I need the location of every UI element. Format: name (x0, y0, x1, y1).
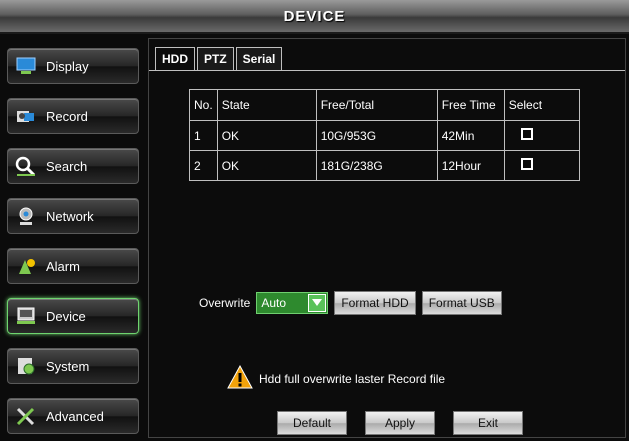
sidebar-item-label: Alarm (46, 258, 80, 274)
sidebar-item-advanced[interactable]: Advanced (7, 398, 139, 434)
select-checkbox[interactable] (520, 158, 533, 170)
table-header-row: No. State Free/Total Free Time Select (189, 89, 580, 121)
chevron-down-icon[interactable] (308, 294, 327, 312)
cell-state: OK (216, 120, 317, 151)
device-panel: HDD PTZ Serial No. State Free/Total Free… (148, 38, 626, 438)
table-row[interactable]: 2 OK 181G/238G 12Hour (189, 150, 580, 181)
sidebar-item-label: Advanced (46, 408, 104, 424)
sidebar-item-alarm[interactable]: Alarm (7, 248, 139, 284)
system-icon (14, 354, 38, 378)
sidebar-item-device[interactable]: Device (7, 298, 139, 334)
tab-bar: HDD PTZ Serial (155, 47, 284, 70)
cell-no: 2 (189, 150, 218, 181)
column-header-state: State (216, 89, 317, 121)
alarm-icon (14, 254, 38, 278)
apply-button[interactable]: Apply (365, 411, 435, 435)
sidebar-item-network[interactable]: Network (7, 198, 139, 234)
column-header-free-time: Free Time (436, 89, 505, 121)
overwrite-select[interactable]: Auto (256, 292, 329, 314)
device-icon (14, 304, 38, 328)
cell-select (503, 120, 580, 151)
cell-select (503, 150, 580, 181)
format-hdd-button[interactable]: Format HDD (334, 291, 416, 315)
sidebar-item-label: System (46, 358, 90, 374)
sidebar-item-record[interactable]: Record (7, 98, 139, 134)
format-usb-button[interactable]: Format USB (421, 291, 502, 315)
bottom-button-bar: Default Apply Exit (277, 411, 541, 435)
cell-no: 1 (189, 120, 218, 151)
warning-icon (227, 364, 253, 392)
cell-free-time: 42Min (436, 120, 505, 151)
cell-state: OK (216, 150, 317, 181)
sidebar-item-label: Network (46, 208, 94, 224)
cell-free-total: 10G/953G (315, 120, 438, 151)
tab-divider (149, 70, 625, 71)
overwrite-label: Overwrite (199, 296, 251, 310)
cell-free-time: 12Hour (436, 150, 505, 181)
default-button[interactable]: Default (277, 411, 347, 435)
title-bar: DEVICE (0, 0, 629, 34)
warning-text: Hdd full overwrite laster Record file (259, 371, 446, 386)
column-header-select: Select (503, 89, 580, 121)
tab-ptz[interactable]: PTZ (197, 47, 234, 70)
select-checkbox[interactable] (520, 128, 533, 140)
sidebar: Display Record Search Network Alarm Devi… (4, 38, 144, 438)
overwrite-row: Overwrite Auto Format HDD Format USB (199, 291, 502, 315)
tools-icon (14, 404, 38, 428)
cell-free-total: 181G/238G (315, 150, 438, 181)
monitor-icon (14, 54, 38, 78)
sidebar-item-label: Record (46, 108, 88, 124)
column-header-no: No. (189, 89, 218, 121)
tab-hdd[interactable]: HDD (155, 47, 195, 70)
hdd-table: No. State Free/Total Free Time Select 1 … (189, 89, 580, 181)
tab-serial[interactable]: Serial (235, 47, 283, 70)
sidebar-item-label: Device (46, 308, 86, 324)
exit-button[interactable]: Exit (453, 411, 523, 435)
camera-icon (14, 104, 38, 128)
table-row[interactable]: 1 OK 10G/953G 42Min (189, 120, 580, 151)
search-icon (14, 154, 38, 178)
sidebar-item-search[interactable]: Search (7, 148, 139, 184)
sidebar-item-label: Search (46, 158, 88, 174)
sidebar-item-label: Display (46, 58, 89, 74)
window-title: DEVICE (283, 7, 346, 25)
overwrite-value: Auto (261, 296, 287, 310)
sidebar-item-display[interactable]: Display (7, 48, 139, 84)
network-icon (14, 204, 38, 228)
column-header-free-total: Free/Total (315, 89, 438, 121)
sidebar-item-system[interactable]: System (7, 348, 139, 384)
warning-message: Hdd full overwrite laster Record file (227, 364, 446, 392)
